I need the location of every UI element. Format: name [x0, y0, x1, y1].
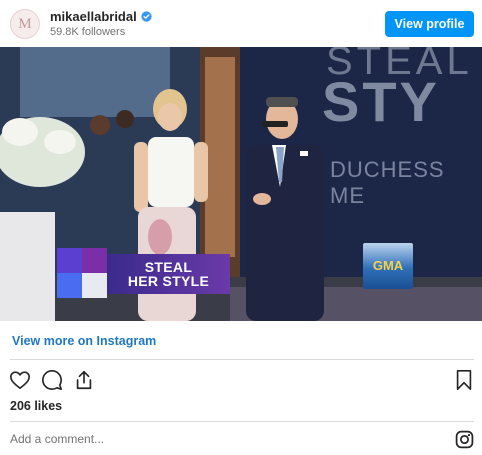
lower-third-line2: HER STYLE [127, 273, 210, 289]
username[interactable]: mikaellabridal [50, 9, 137, 24]
avatar[interactable]: M [10, 9, 40, 39]
lower-third-line1: STEAL [144, 259, 193, 275]
like-count: 206 likes [10, 399, 63, 413]
bookmark-icon[interactable] [452, 368, 476, 392]
lower-third-caption: STEAL HER STYLE [107, 254, 230, 294]
divider [10, 359, 474, 360]
post-media[interactable]: STEAL STY DUCHESS ME STEAL HER STYLE GMA [0, 47, 482, 321]
share-icon[interactable] [72, 368, 96, 392]
follower-count: 59.8K followers [50, 26, 126, 38]
divider [10, 421, 474, 422]
comment-input[interactable]: Add a comment... [10, 432, 104, 446]
lower-third-graphic [57, 248, 107, 298]
gma-logo-text: GMA [372, 258, 404, 273]
username-row: mikaellabridal [50, 9, 152, 24]
instagram-icon[interactable] [454, 429, 474, 449]
post-header: M mikaellabridal 59.8K followers View pr… [0, 0, 482, 48]
gma-logo: GMA [363, 243, 413, 289]
verified-badge-icon [141, 11, 152, 22]
backdrop-text-big: STY [322, 70, 440, 133]
instagram-embed-card: M mikaellabridal 59.8K followers View pr… [0, 0, 482, 455]
view-profile-button[interactable]: View profile [385, 11, 474, 37]
view-more-link[interactable]: View more on Instagram [12, 334, 156, 348]
backdrop-subtitle: DUCHESS ME [330, 157, 445, 208]
comment-icon[interactable] [40, 368, 64, 392]
avatar-letter: M [18, 15, 32, 32]
heart-icon[interactable] [8, 368, 32, 392]
